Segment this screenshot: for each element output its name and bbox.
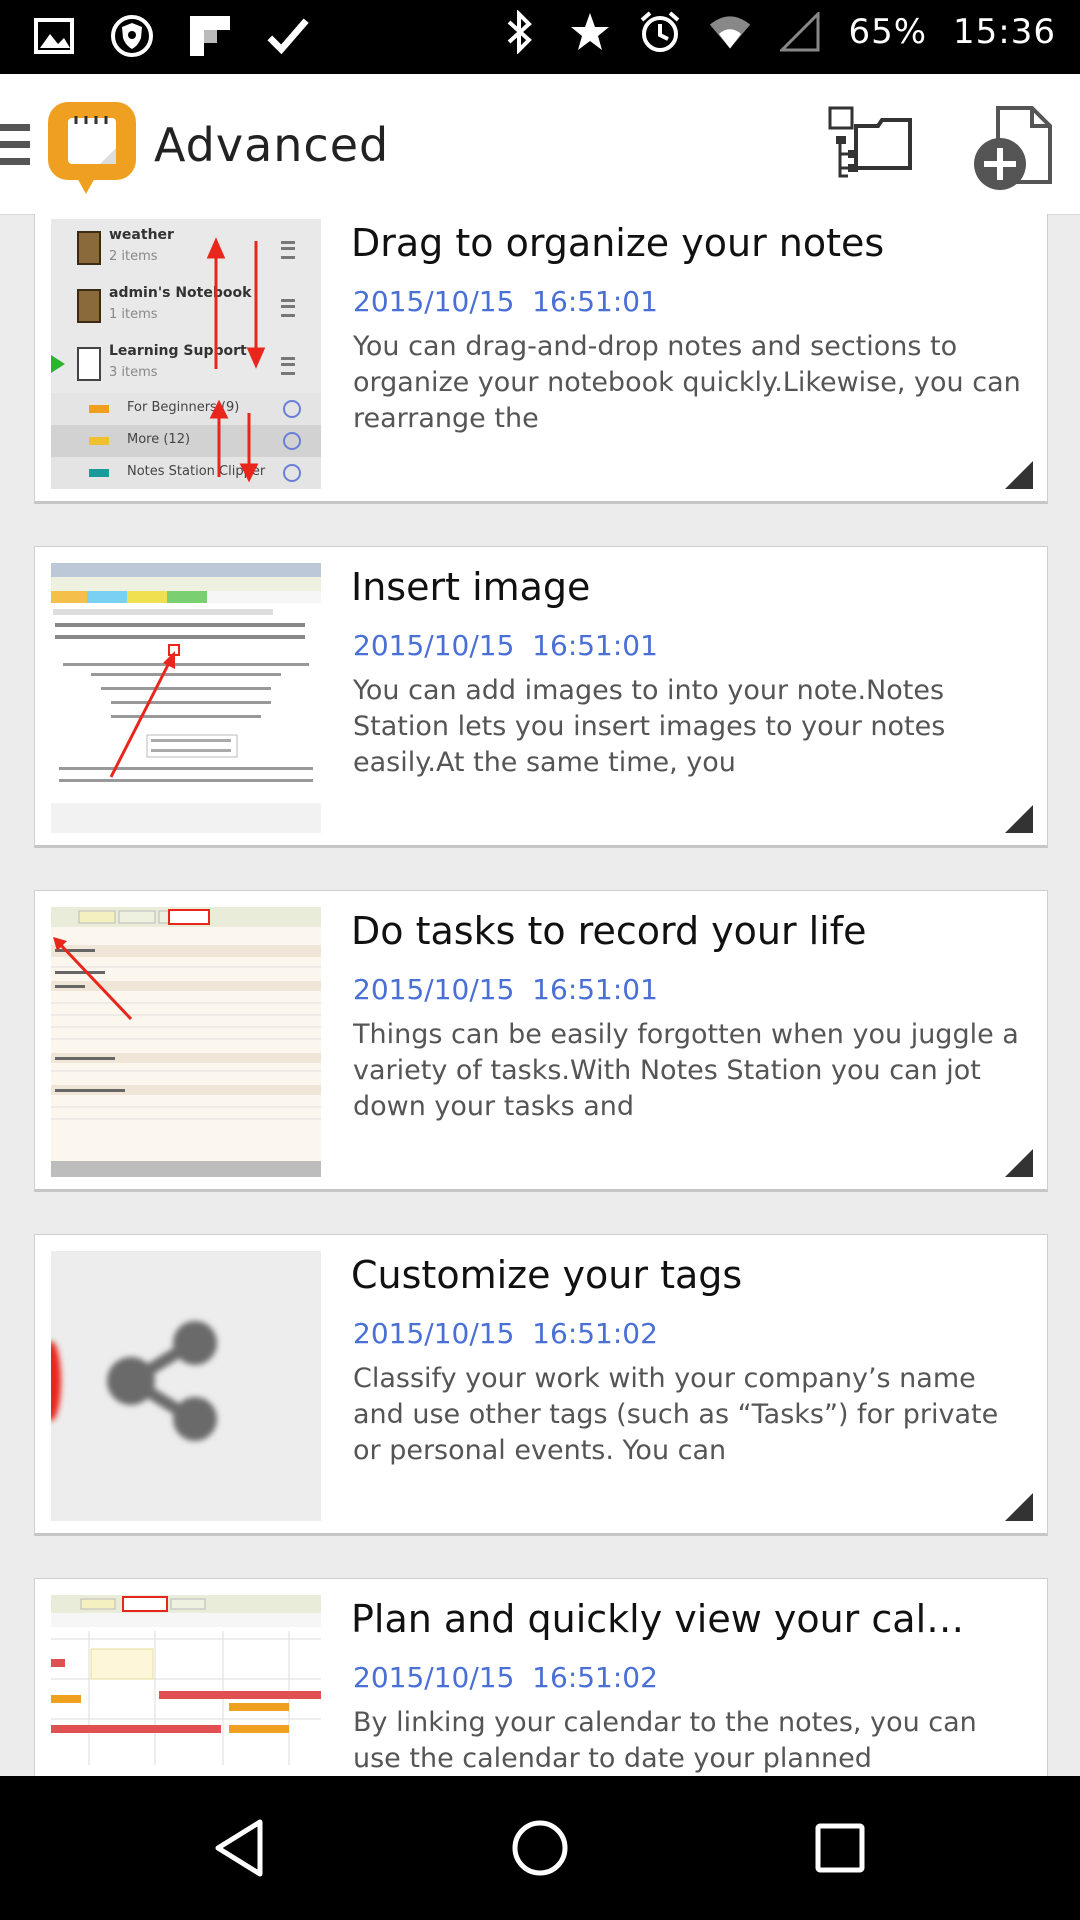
signal-icon bbox=[778, 10, 822, 54]
note-thumbnail: weather 2 items admin's Notebook 1 items… bbox=[51, 219, 321, 489]
clock: 15:36 bbox=[953, 12, 1056, 52]
notes-list[interactable]: weather 2 items admin's Notebook 1 items… bbox=[0, 214, 1080, 1776]
note-preview: You can drag-and-drop notes and sections… bbox=[353, 331, 1021, 434]
note-date: 2015/10/15 16:51:02 bbox=[353, 1661, 658, 1694]
app-bar: Advanced bbox=[0, 74, 1080, 215]
recent-apps-icon[interactable] bbox=[810, 1818, 870, 1878]
organize-icon[interactable] bbox=[826, 104, 916, 194]
note-title: Do tasks to record your life bbox=[351, 909, 867, 953]
note-preview: Things can be easily forgotten when you … bbox=[353, 1019, 1019, 1122]
vpn-shield-icon bbox=[110, 14, 154, 58]
note-title: Insert image bbox=[351, 565, 591, 609]
note-thumbnail bbox=[51, 1251, 321, 1521]
note-card[interactable]: weather 2 items admin's Notebook 1 items… bbox=[34, 214, 1048, 504]
navigation-bar bbox=[0, 1776, 1080, 1920]
calendar-screenshot-image bbox=[51, 1595, 321, 1765]
battery-percentage: 65% bbox=[848, 12, 928, 52]
note-title: Customize your tags bbox=[351, 1253, 743, 1297]
note-date: 2015/10/15 16:51:01 bbox=[353, 629, 658, 662]
note-preview: By linking your calendar to the notes, y… bbox=[353, 1707, 977, 1774]
tasks-screenshot-image bbox=[51, 907, 321, 1177]
annotation-arrows bbox=[206, 237, 266, 483]
note-date: 2015/10/15 16:51:01 bbox=[353, 973, 658, 1006]
note-thumbnail bbox=[51, 1595, 321, 1776]
share-icon bbox=[51, 1321, 217, 1441]
alarm-icon bbox=[638, 10, 682, 54]
note-date: 2015/10/15 16:51:01 bbox=[353, 285, 658, 318]
check-icon bbox=[266, 14, 310, 58]
add-note-icon[interactable] bbox=[968, 104, 1058, 194]
page-title: Advanced bbox=[154, 118, 390, 172]
corner-fold-icon bbox=[1005, 1493, 1033, 1521]
note-thumbnail bbox=[51, 563, 321, 833]
back-icon[interactable] bbox=[210, 1818, 270, 1878]
note-preview: You can add images to into your note.Not… bbox=[353, 675, 946, 778]
menu-icon[interactable] bbox=[0, 124, 30, 168]
editor-screenshot-image bbox=[51, 563, 321, 833]
corner-fold-icon bbox=[1005, 805, 1033, 833]
status-bar: 65% 15:36 bbox=[0, 0, 1080, 74]
gallery-icon bbox=[32, 14, 76, 58]
corner-fold-icon bbox=[1005, 461, 1033, 489]
note-card[interactable]: Do tasks to record your life 2015/10/15 … bbox=[34, 890, 1048, 1192]
bluetooth-icon bbox=[498, 10, 542, 54]
notes-station-logo[interactable] bbox=[46, 100, 140, 196]
note-title: Plan and quickly view your cal… bbox=[351, 1597, 965, 1641]
note-card[interactable]: Insert image 2015/10/15 16:51:01 You can… bbox=[34, 546, 1048, 848]
note-preview: Classify your work with your company’s n… bbox=[353, 1363, 999, 1466]
flipboard-icon bbox=[188, 14, 232, 58]
star-icon bbox=[568, 10, 612, 54]
note-card[interactable]: Customize your tags 2015/10/15 16:51:02 … bbox=[34, 1234, 1048, 1536]
note-date: 2015/10/15 16:51:02 bbox=[353, 1317, 658, 1350]
corner-fold-icon bbox=[1005, 1149, 1033, 1177]
wifi-icon bbox=[708, 10, 752, 54]
note-card[interactable]: Plan and quickly view your cal… 2015/10/… bbox=[34, 1578, 1048, 1776]
home-icon[interactable] bbox=[510, 1818, 570, 1878]
note-thumbnail bbox=[51, 907, 321, 1177]
note-title: Drag to organize your notes bbox=[351, 221, 885, 265]
